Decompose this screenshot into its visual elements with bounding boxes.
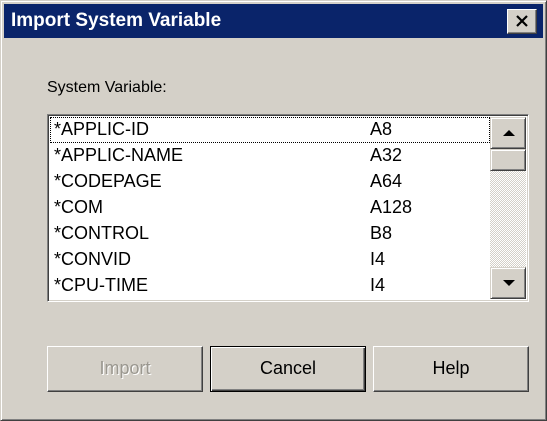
close-button[interactable]	[507, 9, 537, 34]
variable-format: I4	[370, 249, 386, 269]
variable-format: A128	[370, 197, 413, 217]
system-variable-listbox[interactable]: *APPLIC-ID A8 *APPLIC-NAME A32 *CODEPAGE A64 *…	[47, 114, 529, 302]
dialog-title: Import System Variable	[11, 10, 222, 31]
close-icon	[516, 15, 528, 27]
help-button[interactable]: Help	[373, 346, 529, 392]
vertical-scrollbar[interactable]	[490, 117, 526, 299]
title-bar[interactable]: Import System Variable	[4, 4, 543, 38]
import-system-variable-dialog: Import System Variable System Variable: …	[0, 0, 547, 421]
variable-name: *APPLIC-NAME	[54, 145, 184, 165]
variable-name: *CONVID	[54, 249, 132, 269]
variable-format: B8	[370, 223, 393, 243]
list-item[interactable]: *CODEPAGE A64	[50, 169, 490, 195]
system-variable-label: System Variable:	[47, 79, 167, 96]
variable-name: *CODEPAGE	[54, 171, 162, 191]
variable-name: *CPU-TIME	[54, 275, 148, 295]
list-item[interactable]: *CPU-TIME I4	[50, 273, 490, 299]
variable-name: *CONTROL	[54, 223, 150, 243]
variable-format: I4	[370, 275, 386, 295]
cancel-button[interactable]: Cancel	[210, 346, 366, 392]
system-variable-list: *APPLIC-ID A8 *APPLIC-NAME A32 *CODEPAGE A64 *…	[50, 117, 490, 299]
scroll-down-button[interactable]	[490, 267, 526, 299]
scroll-up-arrow-icon	[503, 130, 515, 136]
variable-format: A8	[370, 119, 393, 139]
scroll-up-button[interactable]	[490, 117, 526, 149]
scrollbar-thumb[interactable]	[490, 149, 526, 171]
list-item[interactable]: *APPLIC-ID A8	[50, 117, 490, 143]
list-item[interactable]: *CONTROL B8	[50, 221, 490, 247]
variable-name: *COM	[54, 197, 103, 217]
scroll-down-arrow-icon	[503, 280, 515, 286]
import-button[interactable]: Import	[47, 346, 203, 392]
variable-name: *APPLIC-ID	[54, 119, 150, 139]
variable-format: A32	[370, 145, 403, 165]
list-item[interactable]: *APPLIC-NAME A32	[50, 143, 490, 169]
variable-format: A64	[370, 171, 403, 191]
list-item[interactable]: *CONVID I4	[50, 247, 490, 273]
list-item[interactable]: *COM A128	[50, 195, 490, 221]
